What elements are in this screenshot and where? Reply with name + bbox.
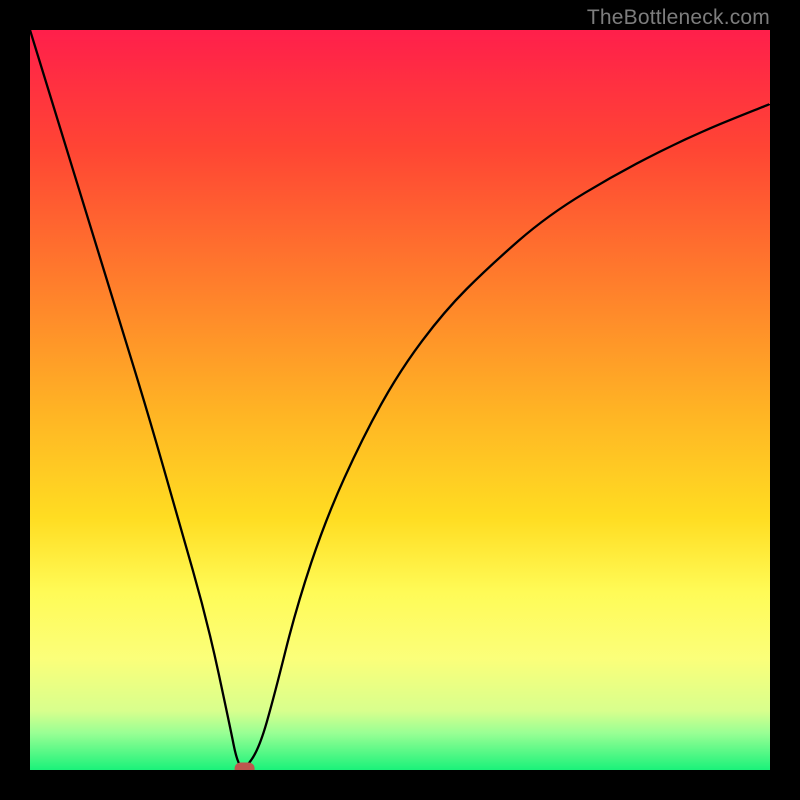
optimal-point-marker — [235, 763, 255, 771]
chart-root: TheBottleneck.com — [0, 0, 800, 800]
plot-area — [30, 30, 770, 770]
attribution-text: TheBottleneck.com — [587, 6, 770, 30]
gradient-background — [30, 30, 770, 770]
chart-svg — [30, 30, 770, 770]
